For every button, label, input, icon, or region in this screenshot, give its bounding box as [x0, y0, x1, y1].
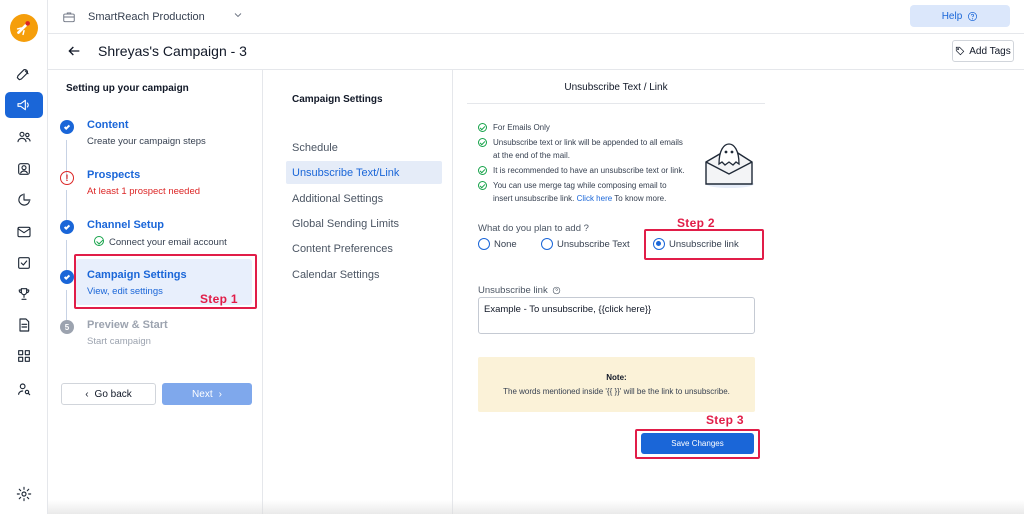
reports-pie-icon[interactable]	[9, 187, 39, 213]
contact-card-icon[interactable]	[9, 156, 39, 182]
step-channel-title[interactable]: Channel Setup	[87, 219, 164, 231]
step1-annotation-label: Step 1	[200, 292, 238, 306]
trophy-icon[interactable]	[9, 281, 39, 307]
bottom-shadow	[48, 500, 1024, 514]
help-button[interactable]: Help	[910, 5, 1010, 27]
unsubscribe-link-input[interactable]: Example - To unsubscribe, {{click here}}	[478, 297, 755, 334]
back-arrow-icon[interactable]	[66, 43, 84, 61]
info-text: It is recommended to have an unsubscribe…	[493, 166, 685, 175]
rocket-logo-icon	[13, 17, 35, 39]
info-item: Unsubscribe text or link will be appende…	[478, 137, 688, 162]
step-channel-subtitle: Connect your email account	[94, 236, 227, 248]
info-item: For Emails Only	[478, 122, 688, 135]
tag-icon	[956, 46, 965, 56]
go-back-label: Go back	[94, 388, 132, 400]
check-circle-icon	[478, 166, 487, 175]
help-circle-icon	[968, 11, 978, 21]
step-content-subtitle: Create your campaign steps	[87, 136, 206, 147]
help-circle-icon	[552, 286, 560, 295]
campaign-settings-nav: Campaign Settings Schedule Unsubscribe T…	[263, 70, 453, 514]
document-icon[interactable]	[9, 312, 39, 338]
step-done-check-icon	[60, 220, 74, 234]
add-tags-button[interactable]: Add Tags	[952, 40, 1014, 62]
unsubscribe-link-label-text: Unsubscribe link	[478, 285, 548, 296]
step-prospects-title[interactable]: Prospects	[87, 169, 140, 181]
settings-nav-heading: Campaign Settings	[292, 94, 383, 105]
radio-button[interactable]	[478, 238, 490, 250]
help-label: Help	[941, 10, 963, 22]
chevron-left-icon: ‹	[85, 388, 89, 400]
next-label: Next	[192, 388, 213, 400]
nav-item-additional-settings[interactable]: Additional Settings	[286, 187, 442, 210]
note-title: Note:	[606, 373, 627, 382]
info-text: For Emails Only	[493, 123, 550, 132]
briefcase-icon	[62, 10, 76, 24]
campaign-header: Shreyas's Campaign - 3 Add Tags	[48, 34, 1024, 70]
nav-item-content-preferences[interactable]: Content Preferences	[286, 237, 442, 260]
page-title: Shreyas's Campaign - 3	[98, 43, 247, 59]
left-nav-rail	[0, 0, 48, 514]
user-search-icon[interactable]	[9, 376, 39, 402]
plan-question-label: What do you plan to add ?	[478, 223, 589, 234]
step2-annotation-box	[644, 229, 764, 260]
nav-item-schedule[interactable]: Schedule	[286, 136, 442, 159]
add-tags-label: Add Tags	[969, 45, 1011, 57]
step-preview-subtitle: Start campaign	[87, 336, 151, 347]
radio-label: Unsubscribe Text	[557, 238, 630, 250]
tasks-check-icon[interactable]	[9, 250, 39, 276]
unsubscribe-link-label: Unsubscribe link	[478, 285, 561, 296]
step-preview-title[interactable]: Preview & Start	[87, 319, 168, 331]
step2-annotation-label: Step 2	[677, 216, 715, 230]
step-warning-icon: !	[60, 171, 74, 185]
campaigns-megaphone-icon[interactable]	[5, 92, 43, 118]
nav-item-calendar-settings[interactable]: Calendar Settings	[286, 263, 442, 286]
steps-heading: Setting up your campaign	[66, 83, 189, 94]
note-box: Note: The words mentioned inside '{{ }}'…	[478, 357, 755, 412]
note-text: The words mentioned inside '{{ }}' will …	[503, 387, 730, 396]
next-button[interactable]: Next ›	[162, 383, 252, 405]
radio-option-none[interactable]: None	[478, 238, 517, 250]
settings-gear-icon[interactable]	[9, 481, 39, 507]
step-channel-subtitle-text: Connect your email account	[109, 237, 227, 248]
section-title: Unsubscribe Text / Link	[467, 82, 765, 104]
info-item: You can use merge tag while composing em…	[478, 180, 688, 205]
org-switcher-label[interactable]: SmartReach Production	[88, 11, 205, 23]
radio-option-unsubscribe-text[interactable]: Unsubscribe Text	[541, 238, 630, 250]
info-text: Unsubscribe text or link will be appende…	[493, 138, 683, 160]
check-circle-icon	[94, 236, 104, 246]
nav-item-unsubscribe[interactable]: Unsubscribe Text/Link	[286, 161, 442, 184]
info-link-suffix: To know more.	[614, 193, 667, 203]
apps-grid-icon[interactable]	[9, 343, 39, 369]
save-changes-button[interactable]: Save Changes	[641, 433, 754, 454]
check-circle-icon	[478, 123, 487, 132]
click-here-link[interactable]: Click here	[577, 194, 613, 203]
radio-label: None	[494, 238, 517, 250]
step-done-check-icon	[60, 270, 74, 284]
radio-button[interactable]	[541, 238, 553, 250]
nav-item-global-sending-limits[interactable]: Global Sending Limits	[286, 212, 442, 235]
step-content-title[interactable]: Content	[87, 119, 129, 131]
step-done-check-icon	[60, 120, 74, 134]
check-circle-icon	[478, 138, 487, 147]
app-logo[interactable]	[10, 14, 38, 42]
inbox-mail-icon[interactable]	[9, 219, 39, 245]
step-prospects-subtitle: At least 1 prospect needed	[87, 186, 201, 197]
info-item: It is recommended to have an unsubscribe…	[478, 165, 688, 178]
prospects-users-icon[interactable]	[9, 124, 39, 150]
campaign-steps-panel: Setting up your campaign Content Create …	[48, 70, 263, 514]
top-bar: SmartReach Production Help	[48, 0, 1024, 34]
envelope-ghost-illustration	[705, 143, 754, 188]
step-number-badge: 5	[60, 320, 74, 334]
rocket-icon[interactable]	[9, 62, 39, 88]
go-back-button[interactable]: ‹ Go back	[61, 383, 156, 405]
step3-annotation-label: Step 3	[706, 413, 744, 427]
chevron-right-icon: ›	[218, 388, 222, 400]
chevron-down-icon[interactable]	[232, 9, 246, 23]
check-circle-icon	[478, 181, 487, 190]
